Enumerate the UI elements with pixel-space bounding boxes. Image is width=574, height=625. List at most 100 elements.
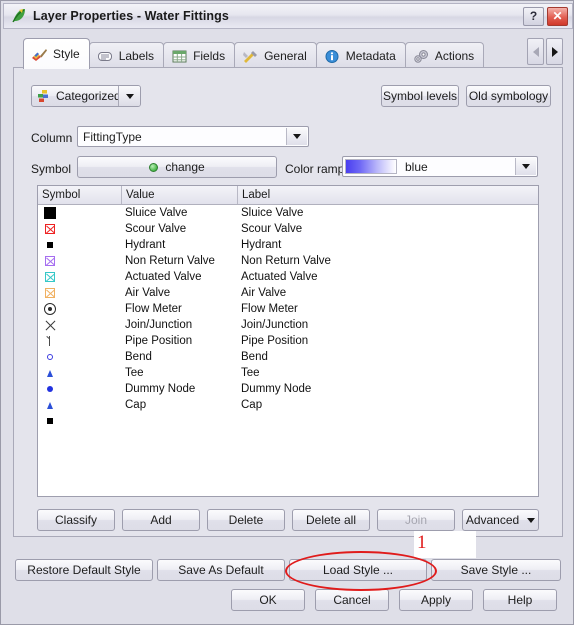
restore-default-style-button[interactable]: Restore Default Style bbox=[15, 559, 153, 581]
old-symbology-button[interactable]: Old symbology bbox=[466, 85, 551, 107]
help-title-button[interactable]: ? bbox=[523, 6, 544, 26]
tab-scroll-right-button[interactable] bbox=[546, 38, 563, 65]
title-bar: Layer Properties - Water Fittings ? ✕ bbox=[3, 3, 573, 29]
cell-label[interactable]: Tee bbox=[238, 367, 538, 379]
tab-scroll-left-button[interactable] bbox=[527, 38, 544, 65]
table-row[interactable]: Scour Valve Scour Valve bbox=[38, 221, 538, 237]
table-row[interactable]: Air Valve Air Valve bbox=[38, 285, 538, 301]
ok-button[interactable]: OK bbox=[231, 589, 305, 611]
tab-labels[interactable]: Labels bbox=[88, 42, 165, 69]
symbol-change-button[interactable]: change bbox=[77, 156, 277, 178]
cell-value[interactable]: Hydrant bbox=[122, 239, 238, 251]
tab-fields[interactable]: Fields bbox=[163, 42, 236, 69]
classify-button[interactable]: Classify bbox=[37, 509, 115, 531]
table-row[interactable]: Actuated Valve Actuated Valve bbox=[38, 269, 538, 285]
table-row[interactable]: Sluice Valve Sluice Valve bbox=[38, 205, 538, 221]
cell-symbol[interactable] bbox=[38, 318, 122, 332]
cell-value[interactable]: Air Valve bbox=[122, 287, 238, 299]
chevron-down-icon[interactable] bbox=[286, 128, 307, 145]
cell-value[interactable]: Cap bbox=[122, 399, 238, 411]
cell-symbol[interactable] bbox=[38, 270, 122, 284]
cell-symbol[interactable] bbox=[38, 350, 122, 364]
delete-all-button[interactable]: Delete all bbox=[292, 509, 370, 531]
cell-value[interactable]: Bend bbox=[122, 351, 238, 363]
cell-symbol[interactable] bbox=[38, 222, 122, 236]
cell-label[interactable]: Pipe Position bbox=[238, 335, 538, 347]
cell-label[interactable]: Sluice Valve bbox=[238, 207, 538, 219]
column-header-value[interactable]: Value bbox=[122, 186, 238, 204]
cell-label[interactable]: Actuated Valve bbox=[238, 271, 538, 283]
advanced-button[interactable]: Advanced bbox=[462, 509, 539, 531]
column-header-label[interactable]: Label bbox=[238, 186, 538, 204]
label-tag-icon bbox=[97, 49, 114, 64]
save-style-button[interactable]: Save Style ... bbox=[431, 559, 561, 581]
cell-label[interactable]: Bend bbox=[238, 351, 538, 363]
cell-value[interactable]: Non Return Valve bbox=[122, 255, 238, 267]
table-row[interactable]: Flow Meter Flow Meter bbox=[38, 301, 538, 317]
cell-value[interactable]: Sluice Valve bbox=[122, 207, 238, 219]
chevron-down-icon[interactable] bbox=[515, 158, 536, 175]
cell-symbol[interactable] bbox=[38, 366, 122, 380]
delete-button[interactable]: Delete bbox=[207, 509, 285, 531]
cell-symbol[interactable] bbox=[38, 238, 122, 252]
cell-value[interactable]: Flow Meter bbox=[122, 303, 238, 315]
join-button: Join bbox=[377, 509, 455, 531]
cell-label[interactable]: Hydrant bbox=[238, 239, 538, 251]
chevron-down-icon bbox=[527, 517, 536, 523]
table-row[interactable]: Cap Cap bbox=[38, 397, 538, 413]
table-row[interactable]: Bend Bend bbox=[38, 349, 538, 365]
cell-symbol[interactable] bbox=[38, 302, 122, 316]
apply-button[interactable]: Apply bbox=[399, 589, 473, 611]
tab-actions[interactable]: Actions bbox=[404, 42, 485, 69]
cell-symbol[interactable] bbox=[38, 334, 122, 348]
cell-value[interactable]: Join/Junction bbox=[122, 319, 238, 331]
cancel-button[interactable]: Cancel bbox=[315, 589, 389, 611]
column-combo[interactable]: FittingType bbox=[77, 126, 309, 147]
chevron-down-icon[interactable] bbox=[118, 86, 140, 106]
cell-symbol[interactable] bbox=[38, 206, 122, 220]
tab-general-label: General bbox=[264, 49, 307, 63]
tab-style[interactable]: Style bbox=[23, 38, 90, 69]
add-button[interactable]: Add bbox=[122, 509, 200, 531]
cell-label[interactable]: Join/Junction bbox=[238, 319, 538, 331]
renderer-type-combo[interactable]: Categorized bbox=[31, 85, 141, 107]
table-body: Sluice Valve Sluice Valve Scour Valve Scour… bbox=[38, 205, 538, 429]
cell-label[interactable]: Scour Valve bbox=[238, 223, 538, 235]
close-icon[interactable]: ✕ bbox=[547, 6, 568, 26]
window-controls: ? ✕ bbox=[523, 6, 568, 26]
tab-general[interactable]: General bbox=[234, 42, 317, 69]
cell-symbol[interactable] bbox=[38, 414, 122, 428]
table-row[interactable]: Non Return Valve Non Return Valve bbox=[38, 253, 538, 269]
categories-table[interactable]: Symbol Value Label Sluice Valve Sluice Va… bbox=[37, 185, 539, 497]
cell-value[interactable]: Actuated Valve bbox=[122, 271, 238, 283]
table-row[interactable]: Join/Junction Join/Junction bbox=[38, 317, 538, 333]
save-as-default-button[interactable]: Save As Default bbox=[157, 559, 285, 581]
cell-symbol[interactable] bbox=[38, 382, 122, 396]
cell-symbol[interactable] bbox=[38, 286, 122, 300]
cell-label[interactable]: Dummy Node bbox=[238, 383, 538, 395]
cell-value[interactable]: Tee bbox=[122, 367, 238, 379]
cell-label[interactable]: Non Return Valve bbox=[238, 255, 538, 267]
table-row[interactable]: Pipe Position Pipe Position bbox=[38, 333, 538, 349]
help-button[interactable]: Help bbox=[483, 589, 557, 611]
paintbrush-icon bbox=[31, 47, 48, 62]
cell-symbol[interactable] bbox=[38, 254, 122, 268]
table-row[interactable] bbox=[38, 413, 538, 429]
load-style-button[interactable]: Load Style ... bbox=[289, 559, 427, 581]
table-row[interactable]: Dummy Node Dummy Node bbox=[38, 381, 538, 397]
cell-label[interactable]: Air Valve bbox=[238, 287, 538, 299]
cell-label[interactable]: Cap bbox=[238, 399, 538, 411]
table-row[interactable]: Tee Tee bbox=[38, 365, 538, 381]
gears-icon bbox=[413, 49, 430, 64]
cell-value[interactable]: Dummy Node bbox=[122, 383, 238, 395]
cell-label[interactable]: Flow Meter bbox=[238, 303, 538, 315]
categorized-icon bbox=[37, 89, 51, 103]
color-ramp-combo[interactable]: blue bbox=[342, 156, 538, 177]
tab-metadata[interactable]: Metadata bbox=[315, 42, 406, 69]
cell-value[interactable]: Scour Valve bbox=[122, 223, 238, 235]
column-header-symbol[interactable]: Symbol bbox=[38, 186, 122, 204]
table-row[interactable]: Hydrant Hydrant bbox=[38, 237, 538, 253]
cell-value[interactable]: Pipe Position bbox=[122, 335, 238, 347]
symbol-levels-button[interactable]: Symbol levels bbox=[381, 85, 459, 107]
cell-symbol[interactable] bbox=[38, 398, 122, 412]
